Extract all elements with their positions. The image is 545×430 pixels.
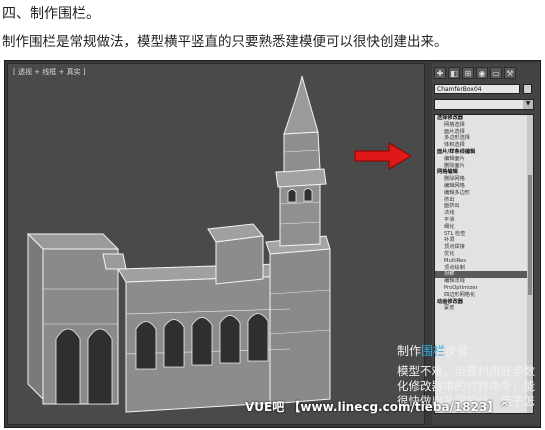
modifier-list-dropdown[interactable]: ▼ [434, 99, 534, 110]
perspective-viewport[interactable]: [ 透视 + 线框 + 真实 ] [7, 63, 425, 425]
create-icon[interactable]: ✚ [434, 67, 446, 79]
modify-icon[interactable]: ◧ [448, 67, 460, 79]
motion-icon[interactable]: ◉ [476, 67, 488, 79]
modifier-list-item[interactable]: 编辑网格 [435, 183, 533, 190]
object-color-swatch[interactable] [523, 84, 532, 94]
modifier-list-item[interactable]: ProOptimizer [435, 285, 533, 292]
modifier-list-item[interactable]: 编辑面片 [435, 156, 533, 163]
chevron-down-icon[interactable]: ▼ [523, 100, 533, 109]
watermark: VUE吧 【www.linecg.com/tieba/1823】^ [245, 400, 510, 414]
modifier-list-item[interactable]: 四边形网格化 [435, 292, 533, 299]
steps-title: 制作围栏步骤： [397, 344, 482, 358]
hierarchy-icon[interactable]: ⊞ [462, 67, 474, 79]
modifier-list-item[interactable]: 网格选择 [435, 122, 533, 129]
modifier-list-item[interactable]: 顶点焊接 [435, 244, 533, 251]
article-subheading: 制作围栏是常规做法，模型横平竖直的只要熟悉建模便可以很快创建出来。 [2, 34, 448, 50]
modifier-list-item[interactable]: MultiRes [435, 258, 533, 265]
modifier-list-item[interactable]: 蒙皮 [435, 305, 533, 312]
castle-wall-model [26, 75, 331, 413]
modifier-list-item[interactable]: 编辑多边形 [435, 190, 533, 197]
modifier-category-header[interactable]: 选择修改器 [435, 115, 533, 122]
article-heading: 四、制作围栏。 [2, 6, 100, 22]
modifier-list-item[interactable]: 编辑法线 [435, 278, 533, 285]
red-arrow-icon [354, 142, 412, 170]
object-name-field[interactable]: ChamferBox04 [434, 84, 520, 94]
modifier-list-item[interactable]: 体积选择 [435, 142, 533, 149]
max-screenshot: [ 透视 + 线框 + 真实 ] ✚ ◧ ⊞ ◉ ▭ ⚒ ChamferBox0… [4, 60, 541, 428]
modifier-list-item[interactable]: 细化 [435, 224, 533, 231]
utilities-icon[interactable]: ⚒ [504, 67, 516, 79]
modifier-category-header[interactable]: 面片/样条线编辑 [435, 149, 533, 156]
modifier-list-item[interactable]: 删除网格 [435, 176, 533, 183]
display-icon[interactable]: ▭ [490, 67, 502, 79]
command-panel-tabs: ✚ ◧ ⊞ ◉ ▭ ⚒ [434, 67, 516, 79]
modifier-list-item[interactable]: 优化 [435, 251, 533, 258]
modifier-list-item[interactable]: 法线 [435, 210, 533, 217]
modifier-list-item[interactable]: 平滑 [435, 217, 533, 224]
